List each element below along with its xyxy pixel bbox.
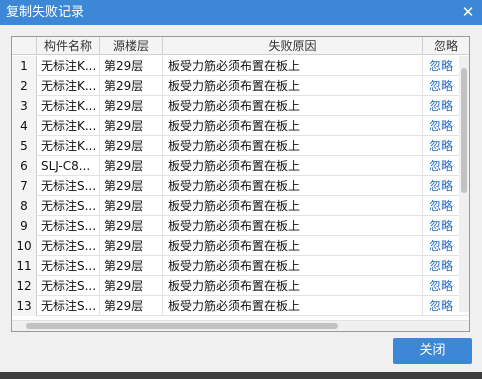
table-row[interactable]: 9 无标注S... 第29层 板受力筋必须布置在板上 忽略 xyxy=(12,216,469,236)
failure-table: 构件名称 源楼层 失败原因 忽略 1 无标注K... 第29层 板受力筋必须布置在板上… xyxy=(11,36,470,332)
row-index: 11 xyxy=(12,256,37,276)
horizontal-scroll-thumb[interactable] xyxy=(26,323,338,329)
table-row[interactable]: 6 SLJ-C8... 第29层 板受力筋必须布置在板上 忽略 xyxy=(12,156,469,176)
source-floor-cell: 第29层 xyxy=(100,296,163,316)
component-name-cell: 无标注K... xyxy=(37,116,100,136)
header-ignore[interactable]: 忽略 xyxy=(423,37,469,55)
component-name-cell: 无标注S... xyxy=(37,276,100,296)
failure-reason-cell: 板受力筋必须布置在板上 xyxy=(163,196,423,216)
component-name-cell: SLJ-C8... xyxy=(37,156,100,176)
vertical-scroll-thumb[interactable] xyxy=(461,68,467,193)
copy-failure-dialog: 复制失败记录 ✕ 构件名称 源楼层 失败原因 忽略 1 无标注K... 第29层 板受… xyxy=(0,0,482,372)
component-name-cell: 无标注S... xyxy=(37,216,100,236)
ignore-link[interactable]: 忽略 xyxy=(423,116,459,136)
row-index: 1 xyxy=(12,56,37,76)
failure-reason-cell: 板受力筋必须布置在板上 xyxy=(163,216,423,236)
table-row[interactable]: 5 无标注K... 第29层 板受力筋必须布置在板上 忽略 xyxy=(12,136,469,156)
background-strip xyxy=(0,372,482,379)
ignore-link[interactable]: 忽略 xyxy=(423,256,459,276)
table-row[interactable]: 7 无标注S... 第29层 板受力筋必须布置在板上 忽略 xyxy=(12,176,469,196)
component-name-cell: 无标注S... xyxy=(37,176,100,196)
failure-reason-cell: 板受力筋必须布置在板上 xyxy=(163,76,423,96)
table-row[interactable]: 4 无标注K... 第29层 板受力筋必须布置在板上 忽略 xyxy=(12,116,469,136)
component-name-cell: 无标注K... xyxy=(37,56,100,76)
ignore-link[interactable]: 忽略 xyxy=(423,56,459,76)
row-index: 8 xyxy=(12,196,37,216)
table-row[interactable]: 8 无标注S... 第29层 板受力筋必须布置在板上 忽略 xyxy=(12,196,469,216)
row-index: 13 xyxy=(12,296,37,316)
ignore-link[interactable]: 忽略 xyxy=(423,96,459,116)
table-row[interactable]: 2 无标注K... 第29层 板受力筋必须布置在板上 忽略 xyxy=(12,76,469,96)
source-floor-cell: 第29层 xyxy=(100,136,163,156)
source-floor-cell: 第29层 xyxy=(100,156,163,176)
failure-reason-cell: 板受力筋必须布置在板上 xyxy=(163,56,423,76)
component-name-cell: 无标注S... xyxy=(37,236,100,256)
header-component-name[interactable]: 构件名称 xyxy=(37,37,100,55)
table-row[interactable]: 10 无标注S... 第29层 板受力筋必须布置在板上 忽略 xyxy=(12,236,469,256)
source-floor-cell: 第29层 xyxy=(100,116,163,136)
row-index: 9 xyxy=(12,216,37,236)
row-index: 6 xyxy=(12,156,37,176)
failure-reason-cell: 板受力筋必须布置在板上 xyxy=(163,236,423,256)
header-failure-reason[interactable]: 失败原因 xyxy=(163,37,423,55)
component-name-cell: 无标注S... xyxy=(37,196,100,216)
ignore-link[interactable]: 忽略 xyxy=(423,216,459,236)
failure-reason-cell: 板受力筋必须布置在板上 xyxy=(163,116,423,136)
horizontal-scrollbar[interactable] xyxy=(12,320,469,331)
source-floor-cell: 第29层 xyxy=(100,216,163,236)
vertical-scrollbar[interactable] xyxy=(459,56,469,312)
header-index xyxy=(12,37,37,55)
failure-reason-cell: 板受力筋必须布置在板上 xyxy=(163,136,423,156)
failure-reason-cell: 板受力筋必须布置在板上 xyxy=(163,96,423,116)
component-name-cell: 无标注K... xyxy=(37,136,100,156)
ignore-link[interactable]: 忽略 xyxy=(423,136,459,156)
close-button[interactable]: 关闭 xyxy=(393,338,472,364)
source-floor-cell: 第29层 xyxy=(100,196,163,216)
row-index: 3 xyxy=(12,96,37,116)
source-floor-cell: 第29层 xyxy=(100,96,163,116)
table-row[interactable]: 12 无标注S... 第29层 板受力筋必须布置在板上 忽略 xyxy=(12,276,469,296)
failure-reason-cell: 板受力筋必须布置在板上 xyxy=(163,296,423,316)
ignore-link[interactable]: 忽略 xyxy=(423,296,459,316)
dialog-title: 复制失败记录 xyxy=(6,5,85,20)
header-source-floor[interactable]: 源楼层 xyxy=(100,37,163,55)
source-floor-cell: 第29层 xyxy=(100,76,163,96)
source-floor-cell: 第29层 xyxy=(100,176,163,196)
failure-reason-cell: 板受力筋必须布置在板上 xyxy=(163,256,423,276)
row-index: 12 xyxy=(12,276,37,296)
component-name-cell: 无标注S... xyxy=(37,256,100,276)
ignore-link[interactable]: 忽略 xyxy=(423,276,459,296)
failure-reason-cell: 板受力筋必须布置在板上 xyxy=(163,276,423,296)
dialog-titlebar: 复制失败记录 ✕ xyxy=(0,0,482,25)
row-index: 10 xyxy=(12,236,37,256)
component-name-cell: 无标注K... xyxy=(37,76,100,96)
source-floor-cell: 第29层 xyxy=(100,256,163,276)
close-icon[interactable]: ✕ xyxy=(459,3,477,21)
table-header: 构件名称 源楼层 失败原因 忽略 xyxy=(12,37,469,55)
row-index: 5 xyxy=(12,136,37,156)
table-row[interactable]: 1 无标注K... 第29层 板受力筋必须布置在板上 忽略 xyxy=(12,56,469,76)
failure-reason-cell: 板受力筋必须布置在板上 xyxy=(163,176,423,196)
failure-reason-cell: 板受力筋必须布置在板上 xyxy=(163,156,423,176)
component-name-cell: 无标注S... xyxy=(37,296,100,316)
row-index: 4 xyxy=(12,116,37,136)
ignore-link[interactable]: 忽略 xyxy=(423,236,459,256)
source-floor-cell: 第29层 xyxy=(100,236,163,256)
table-row[interactable]: 11 无标注S... 第29层 板受力筋必须布置在板上 忽略 xyxy=(12,256,469,276)
table-row[interactable]: 3 无标注K... 第29层 板受力筋必须布置在板上 忽略 xyxy=(12,96,469,116)
row-index: 7 xyxy=(12,176,37,196)
source-floor-cell: 第29层 xyxy=(100,276,163,296)
ignore-link[interactable]: 忽略 xyxy=(423,76,459,96)
ignore-link[interactable]: 忽略 xyxy=(423,176,459,196)
ignore-link[interactable]: 忽略 xyxy=(423,156,459,176)
table-row[interactable]: 13 无标注S... 第29层 板受力筋必须布置在板上 忽略 xyxy=(12,296,469,316)
row-index: 2 xyxy=(12,76,37,96)
ignore-link[interactable]: 忽略 xyxy=(423,196,459,216)
component-name-cell: 无标注K... xyxy=(37,96,100,116)
source-floor-cell: 第29层 xyxy=(100,56,163,76)
